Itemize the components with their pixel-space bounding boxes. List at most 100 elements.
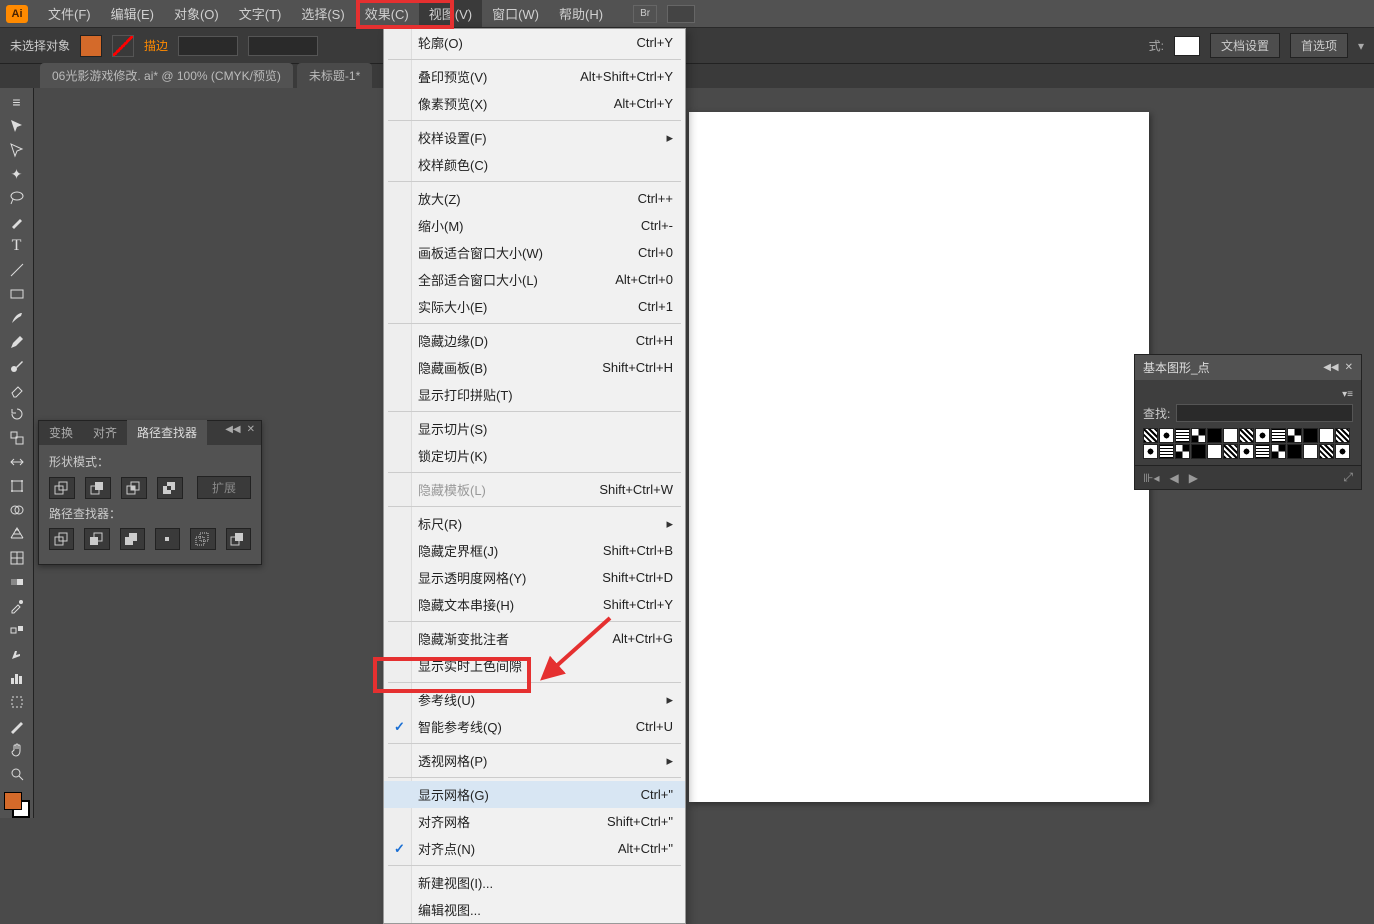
merge-button[interactable]	[120, 528, 145, 550]
lasso-tool[interactable]	[3, 186, 31, 210]
type-tool[interactable]: T	[3, 234, 31, 258]
menu-item[interactable]: 显示透明度网格(Y)Shift+Ctrl+D	[384, 564, 685, 591]
panel-menu-icon[interactable]: ▾≡	[1342, 389, 1353, 400]
outline-button[interactable]	[190, 528, 215, 550]
swatch-cell[interactable]	[1303, 428, 1318, 443]
menu-item[interactable]: 编辑视图...	[384, 896, 685, 923]
menu-0[interactable]: 文件(F)	[38, 0, 101, 27]
swatch-cell[interactable]	[1287, 444, 1302, 459]
panel-close-icon[interactable]: ✕	[1345, 362, 1353, 373]
expand-button[interactable]: 扩展	[197, 476, 251, 499]
menu-item[interactable]: 隐藏画板(B)Shift+Ctrl+H	[384, 354, 685, 381]
zoom-tool[interactable]	[3, 762, 31, 786]
menu-item[interactable]: 实际大小(E)Ctrl+1	[384, 293, 685, 320]
intersect-button[interactable]	[121, 477, 147, 499]
opacity-swatch[interactable]	[1174, 36, 1200, 56]
blob-brush-tool[interactable]	[3, 354, 31, 378]
minus-back-button[interactable]	[226, 528, 251, 550]
menu-item[interactable]: 显示切片(S)	[384, 415, 685, 442]
menu-item[interactable]: 校样颜色(C)	[384, 151, 685, 178]
swatch-cell[interactable]	[1335, 428, 1350, 443]
swatch-cell[interactable]	[1335, 444, 1350, 459]
swatch-cell[interactable]	[1159, 444, 1174, 459]
menu-7[interactable]: 窗口(W)	[482, 0, 549, 27]
menu-1[interactable]: 编辑(E)	[101, 0, 164, 27]
line-tool[interactable]	[3, 258, 31, 282]
symbol-sprayer-tool[interactable]	[3, 642, 31, 666]
menu-8[interactable]: 帮助(H)	[549, 0, 613, 27]
swatch-cell[interactable]	[1255, 444, 1270, 459]
minus-front-button[interactable]	[85, 477, 111, 499]
menu-2[interactable]: 对象(O)	[164, 0, 229, 27]
menu-item[interactable]: 隐藏定界框(J)Shift+Ctrl+B	[384, 537, 685, 564]
menu-item[interactable]: 标尺(R)▸	[384, 510, 685, 537]
paintbrush-tool[interactable]	[3, 306, 31, 330]
menu-item[interactable]: 校样设置(F)▸	[384, 124, 685, 151]
fill-swatch[interactable]	[80, 35, 102, 57]
divide-button[interactable]	[49, 528, 74, 550]
menu-item[interactable]: ✓智能参考线(Q)Ctrl+U	[384, 713, 685, 740]
menu-item[interactable]: ✓对齐点(N)Alt+Ctrl+"	[384, 835, 685, 862]
menu-5[interactable]: 效果(C)	[355, 0, 419, 27]
swatch-cell[interactable]	[1271, 444, 1286, 459]
eraser-tool[interactable]	[3, 378, 31, 402]
bridge-icon[interactable]: Br	[633, 5, 657, 23]
document-tab-0[interactable]: 06光影游戏修改. ai* @ 100% (CMYK/预览)	[40, 63, 293, 88]
swatches-new-icon[interactable]: ⤢	[1343, 470, 1353, 485]
perspective-grid-tool[interactable]	[3, 522, 31, 546]
menu-item[interactable]: 显示网格(G)Ctrl+"	[384, 781, 685, 808]
selection-tool[interactable]	[3, 114, 31, 138]
swatch-cell[interactable]	[1175, 444, 1190, 459]
swatch-cell[interactable]	[1191, 428, 1206, 443]
menu-item[interactable]: 放大(Z)Ctrl++	[384, 185, 685, 212]
menu-item[interactable]: 像素预览(X)Alt+Ctrl+Y	[384, 90, 685, 117]
panel-collapse-icon[interactable]: ◀◀	[225, 424, 240, 435]
swatch-library-icon[interactable]: ⊪◂	[1143, 471, 1159, 485]
panel-tab-1[interactable]: 对齐	[83, 420, 127, 445]
swatch-cell[interactable]	[1159, 428, 1174, 443]
panel-tab-2[interactable]: 路径查找器	[127, 420, 207, 445]
menu-6[interactable]: 视图(V)	[419, 0, 482, 27]
swatch-cell[interactable]	[1255, 428, 1270, 443]
menu-item[interactable]: 锁定切片(K)	[384, 442, 685, 469]
unite-button[interactable]	[49, 477, 75, 499]
swatch-cell[interactable]	[1223, 428, 1238, 443]
menu-item[interactable]: 全部适合窗口大小(L)Alt+Ctrl+0	[384, 266, 685, 293]
pencil-tool[interactable]	[3, 330, 31, 354]
mesh-tool[interactable]	[3, 546, 31, 570]
menu-item[interactable]: 轮廓(O)Ctrl+Y	[384, 29, 685, 56]
scale-tool[interactable]	[3, 426, 31, 450]
hand-tool[interactable]	[3, 738, 31, 762]
prev-swatch-icon[interactable]: ◀	[1169, 471, 1178, 485]
blend-tool[interactable]	[3, 618, 31, 642]
fill-stroke-swatches[interactable]	[4, 792, 30, 818]
swatch-cell[interactable]	[1319, 428, 1334, 443]
menu-item[interactable]: 隐藏渐变批注者Alt+Ctrl+G	[384, 625, 685, 652]
tab-collapse-icon[interactable]: ≡	[3, 90, 31, 114]
options-overflow-icon[interactable]: ▾	[1358, 39, 1364, 53]
swatch-cell[interactable]	[1271, 428, 1286, 443]
document-setup-button[interactable]: 文档设置	[1210, 33, 1280, 58]
menu-item[interactable]: 对齐网格Shift+Ctrl+"	[384, 808, 685, 835]
gradient-tool[interactable]	[3, 570, 31, 594]
shape-builder-tool[interactable]	[3, 498, 31, 522]
swatch-cell[interactable]	[1143, 428, 1158, 443]
panel-close-icon[interactable]: ✕	[247, 424, 255, 435]
artboard[interactable]	[689, 112, 1149, 802]
graph-tool[interactable]	[3, 666, 31, 690]
swatch-cell[interactable]	[1223, 444, 1238, 459]
rectangle-tool[interactable]	[3, 282, 31, 306]
stroke-swatch[interactable]	[112, 35, 134, 57]
stroke-style-field[interactable]	[248, 36, 318, 56]
trim-button[interactable]	[84, 528, 109, 550]
menu-item[interactable]: 参考线(U)▸	[384, 686, 685, 713]
swatch-cell[interactable]	[1287, 428, 1302, 443]
menu-4[interactable]: 选择(S)	[291, 0, 354, 27]
swatch-cell[interactable]	[1191, 444, 1206, 459]
direct-selection-tool[interactable]	[3, 138, 31, 162]
width-tool[interactable]	[3, 450, 31, 474]
workspace-chooser[interactable]	[667, 5, 695, 23]
menu-3[interactable]: 文字(T)	[229, 0, 292, 27]
swatch-cell[interactable]	[1207, 444, 1222, 459]
rotate-tool[interactable]	[3, 402, 31, 426]
